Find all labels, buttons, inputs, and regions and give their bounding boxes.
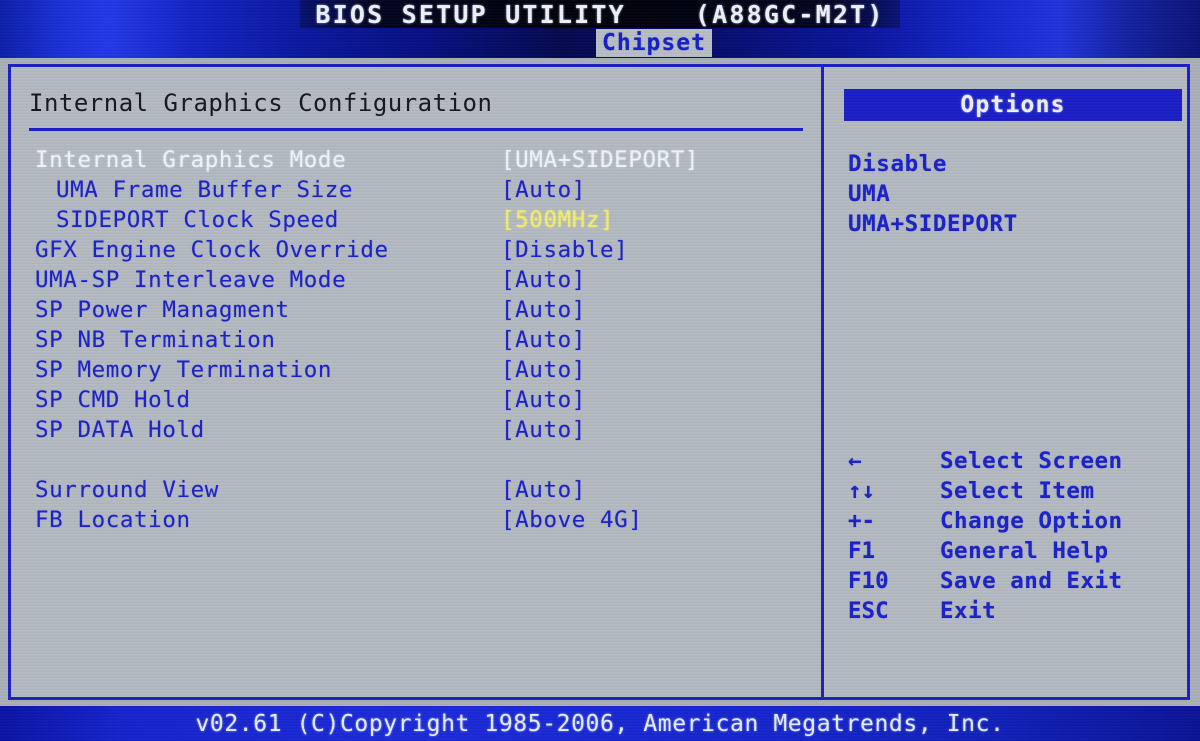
settings-row-spacer: [11, 445, 821, 475]
settings-row[interactable]: SP CMD Hold [Auto]: [11, 385, 821, 415]
setting-value[interactable]: [UMA+SIDEPORT]: [501, 145, 699, 175]
key-legend-row: F10 Save and Exit: [842, 566, 1187, 596]
setting-label: UMA Frame Buffer Size: [56, 177, 354, 203]
f1-key-icon: F1: [848, 538, 876, 564]
setting-value[interactable]: [Auto]: [501, 295, 586, 325]
bios-screen: BIOS SETUP UTILITY (A88GC-M2T) Chipset I…: [0, 0, 1200, 741]
f10-key-icon: F10: [848, 568, 889, 594]
key-legend-label: Save and Exit: [940, 568, 1123, 594]
up-down-arrow-icon: ↑↓: [848, 478, 876, 504]
key-legend-row: +- Change Option: [842, 506, 1187, 536]
settings-row[interactable]: SIDEPORT Clock Speed [500MHz]: [11, 205, 821, 235]
setting-label: SP NB Termination: [35, 327, 276, 353]
setting-label: SP CMD Hold: [35, 387, 191, 413]
tab-chipset[interactable]: Chipset: [596, 29, 712, 57]
settings-list: Internal Graphics Mode [UMA+SIDEPORT] UMA …: [11, 145, 821, 535]
key-legend-row: F1 General Help: [842, 536, 1187, 566]
setting-label: SP Power Managment: [35, 297, 290, 323]
key-legend-row: ← Select Screen: [842, 446, 1187, 476]
page-title: BIOS SETUP UTILITY (A88GC-M2T): [315, 0, 885, 29]
option-item[interactable]: UMA+SIDEPORT: [848, 209, 1178, 239]
options-pane: Options Disable UMA UMA+SIDEPORT ← Select S…: [824, 67, 1187, 697]
setting-value[interactable]: [Auto]: [501, 475, 586, 505]
key-legend: ← Select Screen ↑↓ Select Item +- Change Opti…: [842, 446, 1187, 626]
options-header: Options: [844, 89, 1182, 121]
settings-row[interactable]: FB Location [Above 4G]: [11, 505, 821, 535]
settings-row[interactable]: SP Power Managment [Auto]: [11, 295, 821, 325]
setting-label: SP DATA Hold: [35, 417, 205, 443]
setting-label: SIDEPORT Clock Speed: [56, 207, 339, 233]
title-banner: BIOS SETUP UTILITY (A88GC-M2T) Chipset: [0, 0, 1200, 58]
footer-banner: v02.61 (C)Copyright 1985-2006, American …: [0, 706, 1200, 741]
setting-label: SP Memory Termination: [35, 357, 333, 383]
menu-tabbar: Chipset: [0, 28, 1200, 58]
setting-value[interactable]: [Auto]: [501, 355, 586, 385]
setting-value[interactable]: [Auto]: [501, 385, 586, 415]
setting-value[interactable]: [Auto]: [501, 265, 586, 295]
option-item[interactable]: UMA: [848, 179, 1178, 209]
settings-row[interactable]: Surround View [Auto]: [11, 475, 821, 505]
settings-row[interactable]: UMA Frame Buffer Size [Auto]: [11, 175, 821, 205]
setting-label: FB Location: [35, 507, 191, 533]
setting-value[interactable]: [Above 4G]: [501, 505, 642, 535]
options-list: Disable UMA UMA+SIDEPORT: [848, 149, 1178, 239]
setting-label: Internal Graphics Mode: [35, 147, 347, 173]
heading-divider: [29, 128, 803, 131]
key-legend-row: ↑↓ Select Item: [842, 476, 1187, 506]
key-legend-label: General Help: [940, 538, 1109, 564]
setting-value[interactable]: [Disable]: [501, 235, 628, 265]
key-legend-row: ESC Exit: [842, 596, 1187, 626]
option-item[interactable]: Disable: [848, 149, 1178, 179]
key-legend-label: Change Option: [940, 508, 1123, 534]
settings-pane: Internal Graphics Configuration Internal…: [11, 67, 821, 697]
plus-minus-icon: +-: [848, 508, 876, 534]
setting-label: UMA-SP Interleave Mode: [35, 267, 347, 293]
esc-key-icon: ESC: [848, 598, 889, 624]
options-title: Options: [960, 92, 1066, 118]
section-heading: Internal Graphics Configuration: [29, 89, 493, 117]
setting-value[interactable]: [Auto]: [501, 325, 586, 355]
copyright-text: v02.61 (C)Copyright 1985-2006, American …: [195, 711, 1005, 737]
content-frame: Internal Graphics Configuration Internal…: [8, 64, 1190, 700]
key-legend-label: Select Screen: [940, 448, 1123, 474]
setting-label: Surround View: [35, 477, 219, 503]
setting-value[interactable]: [500MHz]: [501, 205, 614, 235]
settings-row[interactable]: UMA-SP Interleave Mode [Auto]: [11, 265, 821, 295]
setting-value[interactable]: [Auto]: [501, 415, 586, 445]
settings-row[interactable]: GFX Engine Clock Override [Disable]: [11, 235, 821, 265]
settings-row[interactable]: SP DATA Hold [Auto]: [11, 415, 821, 445]
setting-label: GFX Engine Clock Override: [35, 237, 389, 263]
setting-value[interactable]: [Auto]: [501, 175, 586, 205]
key-legend-label: Select Item: [940, 478, 1095, 504]
settings-row[interactable]: SP Memory Termination [Auto]: [11, 355, 821, 385]
settings-row[interactable]: Internal Graphics Mode [UMA+SIDEPORT]: [11, 145, 821, 175]
left-arrow-icon: ←: [848, 448, 862, 474]
key-legend-label: Exit: [940, 598, 997, 624]
settings-row[interactable]: SP NB Termination [Auto]: [11, 325, 821, 355]
